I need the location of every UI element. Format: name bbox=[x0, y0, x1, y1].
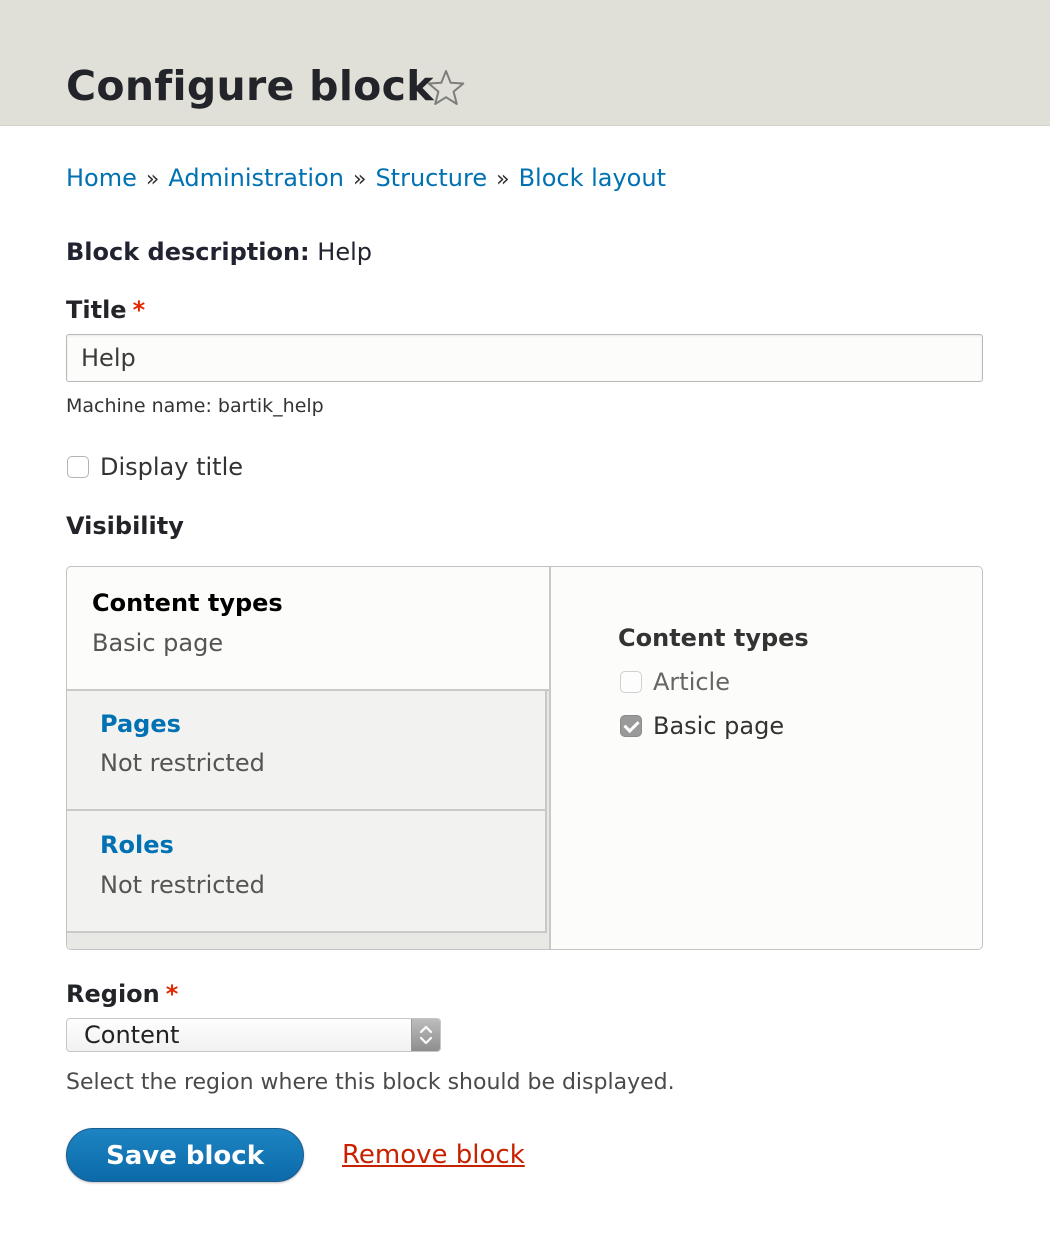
vertical-tab-summary: Basic page bbox=[92, 629, 224, 657]
article-label[interactable]: Article bbox=[653, 665, 730, 699]
vertical-tab-title[interactable]: Pages bbox=[100, 707, 181, 741]
title-field-label: Title * bbox=[66, 293, 145, 327]
required-marker: * bbox=[165, 980, 179, 1008]
save-block-button[interactable]: Save block bbox=[66, 1128, 304, 1182]
vertical-tab-summary: Not restricted bbox=[100, 871, 265, 899]
region-label-text: Region bbox=[66, 980, 160, 1008]
breadcrumb-block-layout[interactable]: Block layout bbox=[519, 164, 666, 192]
article-checkbox[interactable] bbox=[620, 671, 642, 693]
region-selected-value: Content bbox=[84, 1021, 180, 1049]
breadcrumb-administration[interactable]: Administration bbox=[168, 164, 344, 192]
page-header: Configure block bbox=[0, 0, 1050, 126]
select-arrows-icon bbox=[411, 1019, 440, 1051]
block-description: Block description: Help bbox=[66, 235, 372, 269]
breadcrumb-separator: » bbox=[496, 167, 510, 192]
vertical-tab-pages[interactable]: Pages Not restricted bbox=[67, 691, 547, 811]
vertical-tab-roles[interactable]: Roles Not restricted bbox=[67, 811, 547, 933]
star-shortcut-icon[interactable] bbox=[426, 68, 466, 108]
title-label-text: Title bbox=[66, 296, 127, 324]
vertical-tab-title: Content types bbox=[92, 589, 283, 617]
block-description-value: Help bbox=[317, 238, 372, 266]
breadcrumb-separator: » bbox=[145, 167, 160, 192]
display-title-checkbox[interactable] bbox=[67, 456, 89, 478]
visibility-vertical-tabs: Content types Basic page Pages Not restr… bbox=[66, 566, 983, 950]
required-marker: * bbox=[132, 296, 146, 324]
breadcrumb-separator: » bbox=[352, 167, 367, 192]
pane-heading-content-types: Content types bbox=[618, 624, 809, 652]
page-title: Configure block bbox=[66, 62, 434, 110]
basic-page-label[interactable]: Basic page bbox=[653, 709, 784, 743]
breadcrumb-structure[interactable]: Structure bbox=[375, 164, 487, 192]
region-label: Region * bbox=[66, 977, 178, 1011]
machine-name: Machine name: bartik_help bbox=[66, 393, 324, 419]
title-input[interactable] bbox=[66, 334, 983, 382]
breadcrumb-home[interactable]: Home bbox=[66, 164, 137, 192]
vertical-tab-content-types[interactable]: Content types Basic page bbox=[67, 567, 549, 691]
breadcrumb: Home » Administration » Structure » Block layo… bbox=[66, 161, 666, 197]
region-select[interactable]: Content bbox=[66, 1018, 441, 1052]
basic-page-checkbox[interactable] bbox=[620, 715, 642, 737]
vertical-tabs-list: Content types Basic page Pages Not restr… bbox=[67, 567, 551, 949]
region-help-text: Select the region where this block shoul… bbox=[66, 1070, 675, 1095]
vertical-tab-title[interactable]: Roles bbox=[100, 828, 174, 862]
visibility-heading: Visibility bbox=[66, 512, 184, 540]
remove-block-link[interactable]: Remove block bbox=[342, 1138, 525, 1172]
machine-name-label: Machine name: bbox=[66, 395, 212, 417]
block-description-label: Block description: bbox=[66, 238, 310, 266]
vertical-tab-summary: Not restricted bbox=[100, 749, 265, 777]
machine-name-value: bartik_help bbox=[217, 395, 324, 417]
display-title-label[interactable]: Display title bbox=[100, 450, 243, 484]
